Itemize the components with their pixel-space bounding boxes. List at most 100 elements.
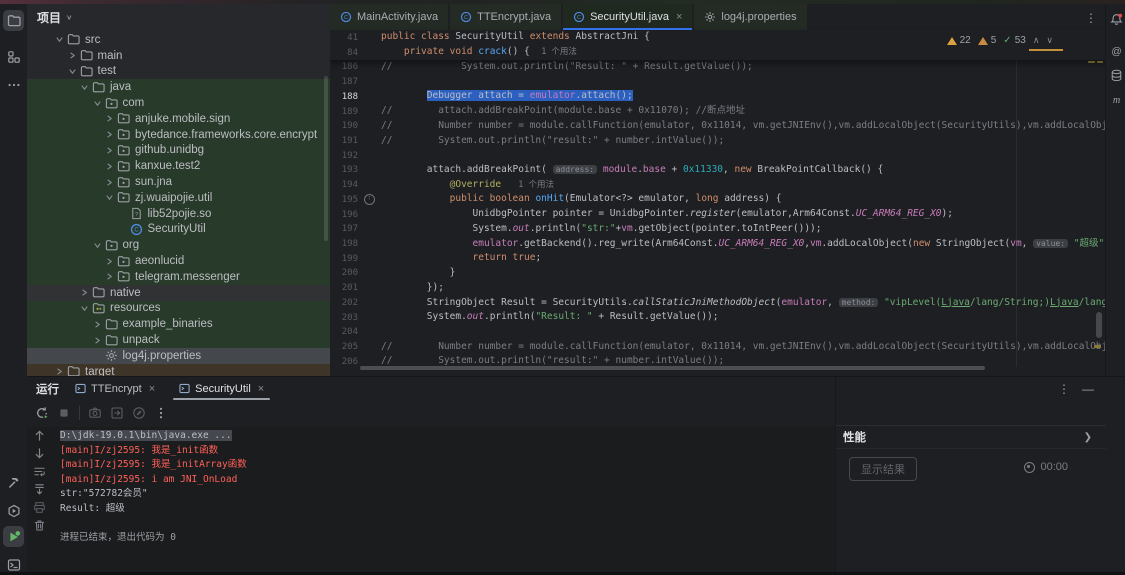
show-results-button[interactable]: 显示结果 bbox=[849, 457, 917, 481]
chevron-down-icon[interactable] bbox=[79, 305, 90, 312]
tree-item-native[interactable]: native bbox=[27, 284, 330, 301]
error-stripe-mark[interactable] bbox=[1094, 345, 1101, 348]
tree-item-log4j-properties[interactable]: log4j.properties bbox=[27, 347, 330, 364]
project-tree-scrollbar[interactable] bbox=[324, 76, 328, 241]
override-icon[interactable]: ↑ bbox=[364, 194, 375, 206]
tree-item-kanxue-test2[interactable]: kanxue.test2 bbox=[27, 158, 330, 175]
chevron-right-icon[interactable] bbox=[104, 179, 115, 186]
chevron-right-icon[interactable] bbox=[104, 131, 115, 138]
code-line-203[interactable]: 203 System.out.println("Result: " + Resu… bbox=[330, 310, 1105, 325]
chevron-right-icon[interactable] bbox=[79, 289, 90, 296]
tree-item-sun-jna[interactable]: sun.jna bbox=[27, 174, 330, 190]
scroll-to-end-icon[interactable] bbox=[33, 483, 46, 496]
close-icon[interactable]: × bbox=[258, 383, 264, 395]
code-line-192[interactable]: 192 bbox=[330, 148, 1105, 163]
code-line-196[interactable]: 196 UnidbgPointer pointer = UnidbgPointe… bbox=[330, 207, 1105, 222]
console[interactable]: D:\jdk-19.0.1\bin\java.exe ... [main]I/zj… bbox=[27, 427, 835, 572]
database-button[interactable] bbox=[1109, 68, 1124, 83]
minimize-icon[interactable]: — bbox=[1082, 382, 1094, 396]
chevron-down-icon[interactable] bbox=[79, 84, 90, 91]
editor-scrollbar-horizontal[interactable] bbox=[360, 366, 985, 370]
tree-item-unpack[interactable]: unpack bbox=[27, 332, 330, 348]
editor-scrollbar-vertical[interactable] bbox=[1096, 312, 1102, 338]
chevron-down-icon[interactable] bbox=[92, 242, 103, 249]
performance-section-header[interactable]: 性能 ❯ bbox=[836, 425, 1106, 449]
chevron-right-icon[interactable] bbox=[92, 321, 103, 328]
code-line-195[interactable]: 195 ↑ public boolean onHit(Emulator<?> em… bbox=[330, 192, 1105, 207]
tree-item-telegram-messenger[interactable]: telegram.messenger bbox=[27, 268, 330, 285]
code-line-84[interactable]: 84 private void crack() { 1 个用法 bbox=[330, 45, 1105, 60]
tree-item-com[interactable]: com bbox=[27, 95, 330, 111]
soft-wrap-icon[interactable] bbox=[33, 465, 46, 478]
override-gutter-icon[interactable]: ↑ bbox=[358, 194, 381, 206]
tree-item-lib52pojie-so[interactable]: ? lib52pojie.so bbox=[27, 205, 330, 222]
next-occurrence-icon[interactable] bbox=[33, 447, 46, 460]
tree-item-anjuke-mobile-sign[interactable]: anjuke.mobile.sign bbox=[27, 110, 330, 127]
tree-item-aeonlucid[interactable]: aeonlucid bbox=[27, 253, 330, 269]
tree-item-example-binaries[interactable]: example_binaries bbox=[27, 316, 330, 333]
code-line-190[interactable]: 190 // Number number = module.callFunctio… bbox=[330, 119, 1105, 134]
chevron-down-icon[interactable] bbox=[104, 194, 115, 201]
tree-item-test[interactable]: test bbox=[27, 64, 330, 80]
console-more-icon[interactable] bbox=[154, 406, 168, 420]
structure-tool-button[interactable] bbox=[3, 46, 24, 67]
chevron-right-icon[interactable] bbox=[104, 147, 115, 154]
services-tool-button[interactable] bbox=[3, 500, 24, 521]
code-line-205[interactable]: 205 // Number number = module.callFunctio… bbox=[330, 340, 1105, 355]
code-line-202[interactable]: 202 StringObject Result = SecurityUtils.… bbox=[330, 296, 1105, 311]
prev-problem-icon[interactable]: ∧ bbox=[1033, 35, 1040, 46]
inspections-widget[interactable]: 22 5 ✓ 53 ∧ ∨ bbox=[946, 35, 1053, 46]
maven-button[interactable]: m bbox=[1109, 92, 1124, 107]
code-line-198[interactable]: 198 emulator.getBackend().reg_write(Arm6… bbox=[330, 237, 1105, 252]
code-line-193[interactable]: 193 attach.addBreakPoint( address: modul… bbox=[330, 163, 1105, 178]
ai-assistant-button[interactable]: @ bbox=[1109, 44, 1124, 59]
tree-item-github-unidbg[interactable]: github.unidbg bbox=[27, 142, 330, 159]
code-line-204[interactable]: 204 bbox=[330, 325, 1105, 340]
tree-item-resources[interactable]: resources bbox=[27, 300, 330, 317]
code-line-199[interactable]: 199 return true; bbox=[330, 251, 1105, 266]
run-tab-securityutil[interactable]: SecurityUtil × bbox=[171, 377, 272, 400]
panel-options-kebab-icon[interactable]: ⋮ bbox=[1058, 382, 1070, 396]
tree-item-zj-wuaipojie-util[interactable]: zj.wuaipojie.util bbox=[27, 189, 330, 206]
chevron-down-icon[interactable] bbox=[67, 68, 78, 75]
close-icon[interactable]: × bbox=[149, 383, 155, 395]
run-tab-ttencrypt[interactable]: TTEncrypt × bbox=[67, 377, 163, 400]
code-line-200[interactable]: 200 } bbox=[330, 266, 1105, 281]
project-header[interactable]: 项目 ∨ bbox=[27, 4, 330, 30]
chevron-down-icon[interactable]: ∨ bbox=[66, 13, 73, 22]
rerun-icon[interactable] bbox=[35, 406, 49, 420]
code-line-186[interactable]: 186 // System.out.println("Result: " + Re… bbox=[330, 60, 1105, 75]
chevron-right-icon[interactable] bbox=[104, 115, 115, 122]
chevron-right-icon[interactable] bbox=[104, 273, 115, 280]
code-line-201[interactable]: 201 }); bbox=[330, 281, 1105, 296]
chevron-right-icon[interactable] bbox=[67, 52, 78, 59]
code-line-188[interactable]: 188 Debugger attach = emulator.attach(); bbox=[330, 89, 1105, 104]
build-tool-button[interactable] bbox=[3, 472, 24, 493]
tree-item-src[interactable]: src bbox=[27, 32, 330, 48]
chevron-right-icon[interactable] bbox=[104, 258, 115, 265]
chevron-right-icon[interactable] bbox=[54, 368, 65, 375]
code-line-197[interactable]: 197 System.out.println("str:"+vm.getObje… bbox=[330, 222, 1105, 237]
tree-item-bytedance-frameworks-core-encrypt[interactable]: bytedance.frameworks.core.encrypt bbox=[27, 126, 330, 143]
tree-item-target[interactable]: target bbox=[27, 363, 330, 377]
chevron-right-icon[interactable]: ❯ bbox=[1084, 432, 1092, 443]
chevron-right-icon[interactable] bbox=[104, 163, 115, 170]
project-tool-button[interactable] bbox=[3, 10, 24, 31]
code-line-189[interactable]: 189 // attach.addBreakPoint(module.base +… bbox=[330, 104, 1105, 119]
chevron-down-icon[interactable] bbox=[92, 100, 103, 107]
clear-all-icon[interactable] bbox=[33, 519, 46, 532]
prev-occurrence-icon[interactable] bbox=[33, 429, 46, 442]
chevron-down-icon[interactable] bbox=[54, 36, 65, 43]
chevron-right-icon[interactable] bbox=[92, 337, 103, 344]
tree-item-java[interactable]: java bbox=[27, 79, 330, 96]
notifications-button[interactable] bbox=[1109, 12, 1124, 27]
code-line-191[interactable]: 191 // System.out.println("result:" + num… bbox=[330, 134, 1105, 149]
code-line-194[interactable]: 194 @Override 1 个用法 bbox=[330, 178, 1105, 193]
code-line-187[interactable]: 187 bbox=[330, 75, 1105, 90]
tree-item-securityutil[interactable]: C SecurityUtil bbox=[27, 221, 330, 238]
next-problem-icon[interactable]: ∨ bbox=[1046, 35, 1053, 46]
run-tool-button[interactable] bbox=[3, 526, 24, 547]
tree-item-org[interactable]: org bbox=[27, 237, 330, 254]
tree-item-main[interactable]: main bbox=[27, 48, 330, 64]
more-tool-windows-button[interactable] bbox=[3, 74, 24, 95]
